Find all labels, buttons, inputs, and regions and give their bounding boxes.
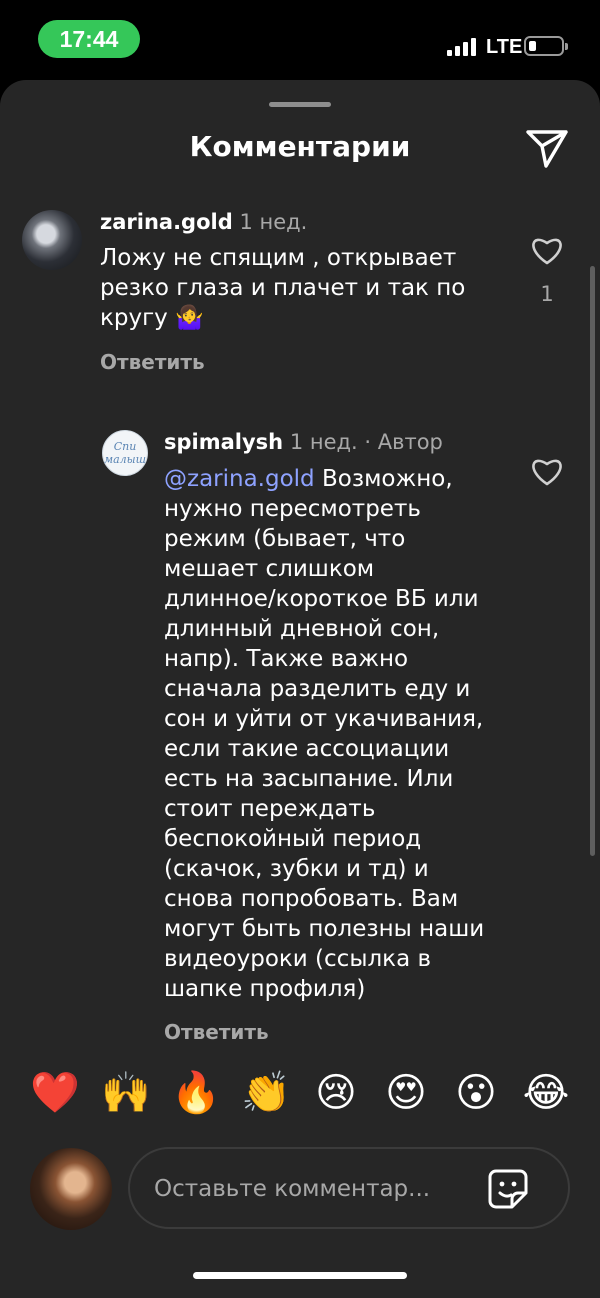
- reply-header: spimalysh 1 нед. · Автор: [164, 430, 443, 454]
- heart-icon[interactable]: [530, 235, 564, 265]
- avatar[interactable]: [22, 210, 82, 270]
- emoji-tears-of-joy[interactable]: 😂: [521, 1068, 571, 1118]
- sheet-grabber[interactable]: [269, 102, 331, 107]
- comments-sheet: Комментарии zarina.gold 1 нед. Ложу не с…: [0, 80, 600, 1298]
- battery-icon: [524, 36, 568, 56]
- reply-time: 1 нед. · Автор: [289, 430, 443, 454]
- emoji-fire[interactable]: 🔥: [171, 1068, 221, 1118]
- comment-time: 1 нед.: [239, 210, 308, 234]
- emoji-heart-eyes[interactable]: 😍: [381, 1068, 431, 1118]
- like-count: 1: [540, 282, 554, 306]
- emoji-raised-hands[interactable]: 🙌: [101, 1068, 151, 1118]
- status-bar: 17:44 LTE: [0, 0, 600, 80]
- emoji-clapping[interactable]: 👏: [241, 1068, 291, 1118]
- comment-header: zarina.gold 1 нед.: [100, 210, 307, 234]
- cellular-signal-icon: [447, 38, 479, 56]
- mention-link[interactable]: @zarina.gold: [164, 466, 315, 492]
- emoji-crying[interactable]: 😢: [311, 1068, 361, 1118]
- comment-username[interactable]: zarina.gold: [100, 210, 233, 234]
- status-time[interactable]: 17:44: [38, 20, 140, 58]
- emoji-surprised[interactable]: 😮: [451, 1068, 501, 1118]
- sheet-title: Комментарии: [189, 130, 411, 163]
- emoji-reaction-bar: ❤️ 🙌 🔥 👏 😢 😍 😮 😂: [0, 1068, 600, 1128]
- scrollbar[interactable]: [590, 266, 595, 856]
- comment-text: Ложу не спящим , открывает резко глаза и…: [100, 245, 466, 331]
- paper-plane-icon[interactable]: [524, 124, 570, 170]
- reply-text: @zarina.gold Возможно, нужно пересмотрет…: [164, 466, 485, 1002]
- reply-username[interactable]: spimalysh: [164, 430, 283, 454]
- comment-input[interactable]: [152, 1167, 476, 1211]
- avatar[interactable]: Спи малыш: [102, 430, 148, 476]
- current-user-avatar[interactable]: [30, 1148, 112, 1230]
- network-type: LTE: [486, 36, 523, 58]
- emoji-heart[interactable]: ❤️: [30, 1068, 80, 1118]
- home-indicator[interactable]: [193, 1272, 407, 1279]
- sticker-icon[interactable]: [486, 1167, 530, 1211]
- comment-composer[interactable]: [128, 1147, 570, 1229]
- reply-button[interactable]: Ответить: [164, 1020, 269, 1044]
- reply-button[interactable]: Ответить: [100, 350, 205, 374]
- heart-icon[interactable]: [530, 456, 564, 486]
